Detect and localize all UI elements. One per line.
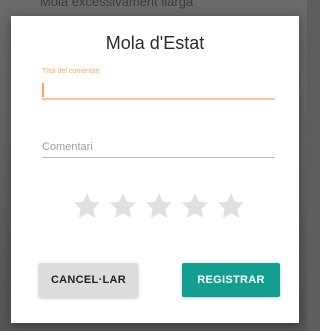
save-button[interactable]: REGISTRAR	[182, 263, 280, 297]
comment-title-label: Títol del comentari	[42, 68, 100, 75]
star-icon[interactable]	[215, 190, 247, 222]
star-icon[interactable]	[143, 190, 175, 222]
background-list-text: Mola excessivament llarga	[40, 0, 194, 9]
star-icon[interactable]	[107, 190, 139, 222]
cancel-button[interactable]: CANCEL·LAR	[39, 263, 138, 297]
star-icon[interactable]	[179, 190, 211, 222]
star-icon[interactable]	[71, 190, 103, 222]
text-caret	[42, 83, 44, 97]
comment-title-input[interactable]	[42, 80, 275, 100]
comment-placeholder: Comentari	[42, 141, 93, 153]
rating-stars	[71, 188, 247, 224]
review-dialog: Mola d'Estat Títol del comentari Comenta…	[11, 16, 299, 323]
dialog-title: Mola d'Estat	[105, 33, 205, 53]
